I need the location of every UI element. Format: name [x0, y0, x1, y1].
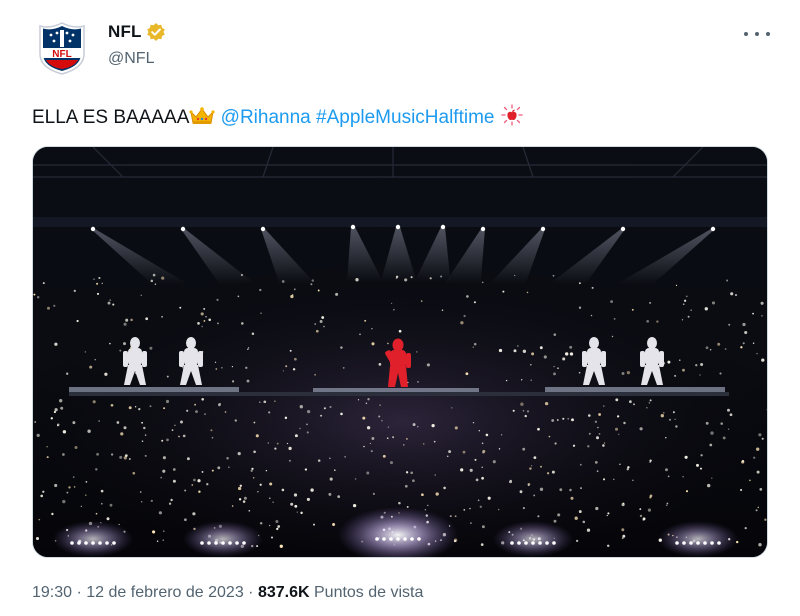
author-name-row[interactable]: NFL	[108, 22, 166, 42]
crown-emoji-icon	[189, 106, 215, 133]
tweet-time[interactable]: 19:30	[32, 584, 72, 601]
meta-separator: ·	[72, 584, 87, 601]
more-options-icon[interactable]	[744, 24, 770, 44]
gold-verified-badge-icon[interactable]	[146, 22, 166, 42]
hashtag-link[interactable]: #AppleMusicHalftime	[316, 107, 494, 128]
views-count: 837.6K	[257, 584, 310, 601]
nfl-shield-logo[interactable]: NFL	[36, 20, 88, 76]
author-name[interactable]: NFL	[108, 22, 142, 42]
tweet-card: NFL NFL @NFL ELLA ES BAAAAA @Rihanna #Ap…	[0, 0, 800, 616]
views-label: Puntos de vista	[309, 584, 424, 601]
stage-platforms	[69, 387, 729, 396]
avatar-text: NFL	[52, 49, 71, 60]
tweet-meta: 19:30 · 12 de febrero de 2023 · 837.6K P…	[32, 584, 423, 602]
apple-music-halftime-icon	[500, 104, 524, 133]
mention-link[interactable]: @Rihanna	[221, 107, 311, 128]
tweet-text-prefix: ELLA ES BAAAAA	[32, 107, 190, 128]
tweet-media-image[interactable]	[32, 146, 768, 558]
tweet-text: ELLA ES BAAAAA @Rihanna #AppleMusicHalft…	[32, 104, 524, 133]
meta-separator: ·	[243, 584, 258, 601]
tweet-date[interactable]: 12 de febrero de 2023	[86, 584, 243, 601]
author-handle[interactable]: @NFL	[108, 50, 154, 68]
upper-deck-ring	[33, 217, 767, 227]
